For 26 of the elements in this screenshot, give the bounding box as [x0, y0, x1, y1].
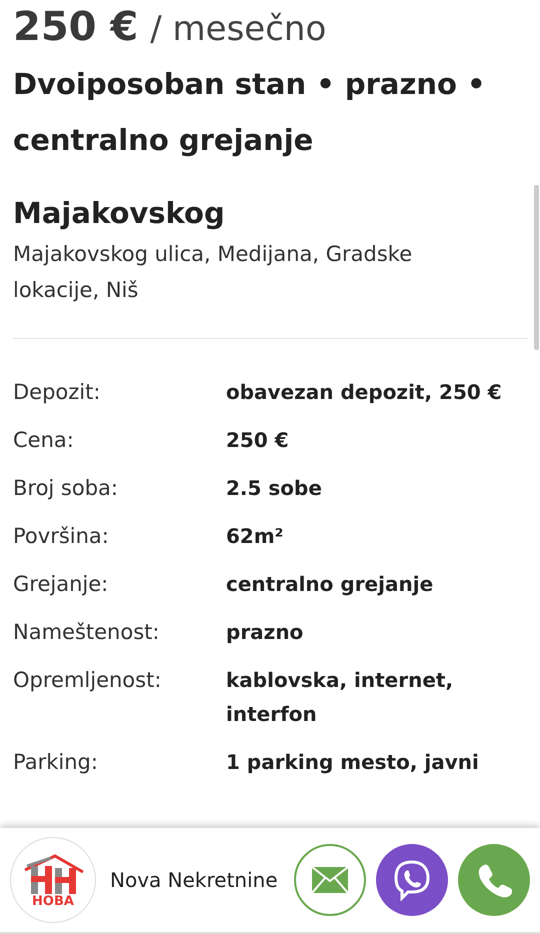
detail-value: centralno grejanje — [226, 571, 434, 598]
agency-logo: НОВА — [10, 837, 96, 923]
location-name: Majakovskog — [13, 196, 226, 230]
detail-label: Opremljenost: — [13, 667, 162, 694]
detail-label: Nameštenost: — [13, 619, 160, 646]
detail-label: Broj soba: — [13, 475, 119, 502]
detail-label: Površina: — [13, 523, 110, 550]
detail-label: Depozit: — [13, 379, 102, 406]
chat-phone-icon — [392, 859, 432, 901]
detail-value: 250 € — [226, 427, 290, 454]
price-period: / mesečno — [150, 9, 326, 49]
price: 250 € — [13, 4, 138, 50]
detail-value: prazno — [226, 619, 304, 646]
detail-value: 62m² — [226, 523, 284, 550]
listing-title: Dvoiposoban stan • prazno • centralno grejanje — [13, 66, 487, 159]
detail-label: Grejanje: — [13, 571, 110, 598]
detail-value: 2.5 sobe — [226, 475, 323, 502]
detail-value: obavezan depozit, 250 € — [226, 379, 503, 406]
phone-icon — [476, 862, 512, 898]
envelope-icon — [312, 867, 348, 893]
detail-value: 1 parking mesto, javni — [226, 749, 480, 776]
agency-name: Nova Nekretnine — [110, 868, 279, 892]
detail-label: Parking: — [13, 749, 99, 776]
detail-label: Cena: — [13, 427, 75, 454]
detail-value: kablovska, internet, interfon — [226, 667, 454, 728]
location-address: Majakovskog ulica, Medijana, Gradske lokacije, Niš — [13, 241, 414, 304]
